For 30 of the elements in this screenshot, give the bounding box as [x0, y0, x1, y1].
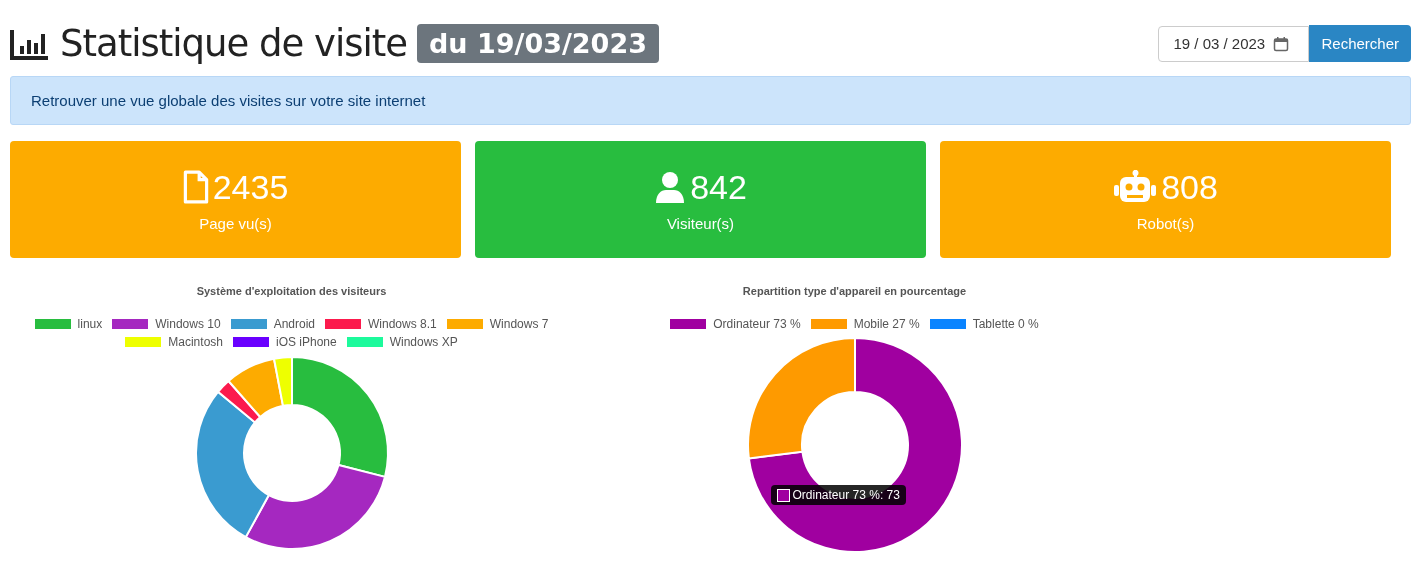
chart-title: Système d'exploitation des visiteurs	[196, 285, 387, 297]
legend-label[interactable]: iOS iPhone	[276, 335, 337, 349]
calendar-icon	[1273, 35, 1290, 52]
legend-label[interactable]: Ordinateur 73 %	[713, 317, 801, 331]
date-badge: du 19/03/2023	[417, 24, 659, 63]
user-icon	[654, 170, 687, 204]
stat-label: Robot(s)	[1136, 214, 1195, 232]
legend-label[interactable]: Macintosh	[168, 335, 223, 349]
info-banner: Retrouver une vue globale des visites sur votre site internet	[10, 76, 1411, 125]
tooltip-text: Ordinateur 73 %: 73	[792, 488, 900, 502]
legend-label[interactable]: linux	[77, 317, 103, 331]
legend-label[interactable]: Windows XP	[389, 335, 458, 349]
legend-label[interactable]: Android	[273, 317, 315, 331]
legend-label[interactable]: Tablette 0 %	[972, 317, 1039, 331]
search-button[interactable]: Rechercher	[1309, 25, 1411, 62]
legend-label[interactable]: Windows 10	[155, 317, 221, 331]
stat-label: Visiteur(s)	[666, 214, 735, 232]
bar-chart-icon	[10, 27, 50, 60]
legend-label[interactable]: Windows 7	[489, 317, 549, 331]
date-field[interactable]: 19 / 03 / 2023	[1158, 25, 1310, 62]
stat-value: 2435	[212, 167, 289, 207]
page-title: Statistique de visite	[60, 22, 407, 65]
stat-value: 842	[690, 167, 747, 207]
stat-value: 808	[1161, 167, 1218, 207]
robot-icon	[1113, 170, 1158, 204]
stat-label: Page vu(s)	[199, 214, 272, 232]
legend-label[interactable]: Mobile 27 %	[853, 317, 920, 331]
document-icon	[182, 170, 209, 204]
chart-title: Repartition type d'appareil en pourcentage	[742, 285, 967, 297]
legend-label[interactable]: Windows 8.1	[368, 317, 437, 331]
